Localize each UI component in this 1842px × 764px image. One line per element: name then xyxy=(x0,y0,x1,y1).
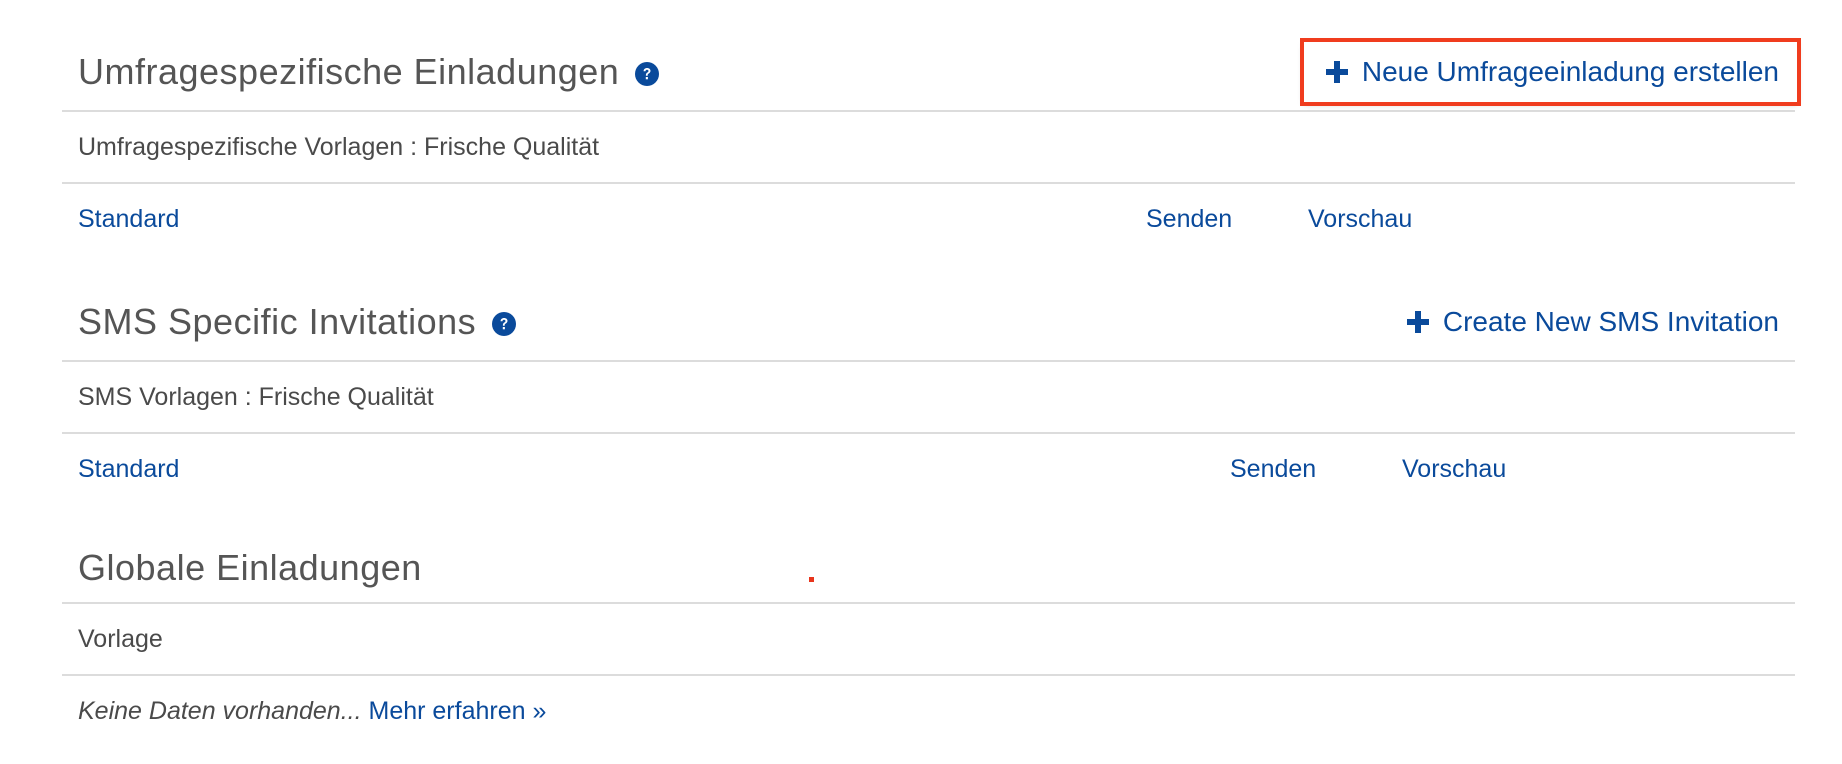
sms-invitations-title: SMS Specific Invitations xyxy=(78,301,477,342)
preview-link[interactable]: Vorschau xyxy=(1402,434,1506,504)
send-link[interactable]: Senden xyxy=(1146,184,1232,254)
help-icon[interactable] xyxy=(492,312,517,336)
global-invitations-title-wrap: Globale Einladungen xyxy=(78,547,422,589)
global-templates-subheader: Vorlage xyxy=(62,604,1795,676)
empty-state-row: Keine Daten vorhanden... Mehr erfahren » xyxy=(62,676,1795,746)
sms-invitations-title-wrap: SMS Specific Invitations xyxy=(78,301,517,343)
sms-invitations-header: SMS Specific Invitations Create New SMS … xyxy=(62,284,1795,362)
sms-invitations-section: SMS Specific Invitations Create New SMS … xyxy=(62,284,1795,504)
create-sms-invitation-button[interactable]: Create New SMS Invitation xyxy=(1406,298,1779,346)
template-standard-link[interactable]: Standard xyxy=(78,434,179,504)
empty-state-text: Keine Daten vorhanden... xyxy=(78,697,362,725)
create-survey-invitation-button[interactable]: Neue Umfrageeinladung erstellen xyxy=(1299,38,1802,106)
plus-icon xyxy=(1325,61,1348,83)
survey-invitations-section: Umfragespezifische Einladungen Neue Umfr… xyxy=(62,34,1802,254)
invitations-page: Umfragespezifische Einladungen Neue Umfr… xyxy=(62,0,1802,746)
learn-more-link[interactable]: Mehr erfahren » xyxy=(369,697,547,725)
preview-link[interactable]: Vorschau xyxy=(1308,184,1412,254)
table-row: Standard Senden Vorschau xyxy=(62,434,1795,504)
survey-invitations-title: Umfragespezifische Einladungen xyxy=(78,51,620,92)
global-invitations-title: Globale Einladungen xyxy=(78,547,422,588)
create-survey-invitation-label: Neue Umfrageeinladung erstellen xyxy=(1361,56,1779,87)
template-standard-link[interactable]: Standard xyxy=(78,184,179,254)
cursor-marker xyxy=(809,577,814,582)
survey-templates-subheader: Umfragespezifische Vorlagen : Frische Qu… xyxy=(62,112,1795,184)
plus-icon xyxy=(1406,311,1429,333)
table-row: Standard Senden Vorschau xyxy=(62,184,1795,254)
survey-invitations-header: Umfragespezifische Einladungen Neue Umfr… xyxy=(62,34,1802,112)
create-sms-invitation-label: Create New SMS Invitation xyxy=(1442,306,1779,337)
send-link[interactable]: Senden xyxy=(1230,434,1316,504)
help-icon[interactable] xyxy=(635,62,660,86)
sms-templates-subheader: SMS Vorlagen : Frische Qualität xyxy=(62,362,1795,434)
survey-invitations-title-wrap: Umfragespezifische Einladungen xyxy=(78,51,660,93)
global-invitations-section: Globale Einladungen Vorlage Keine Daten … xyxy=(62,534,1795,746)
global-invitations-header: Globale Einladungen xyxy=(62,534,1795,604)
